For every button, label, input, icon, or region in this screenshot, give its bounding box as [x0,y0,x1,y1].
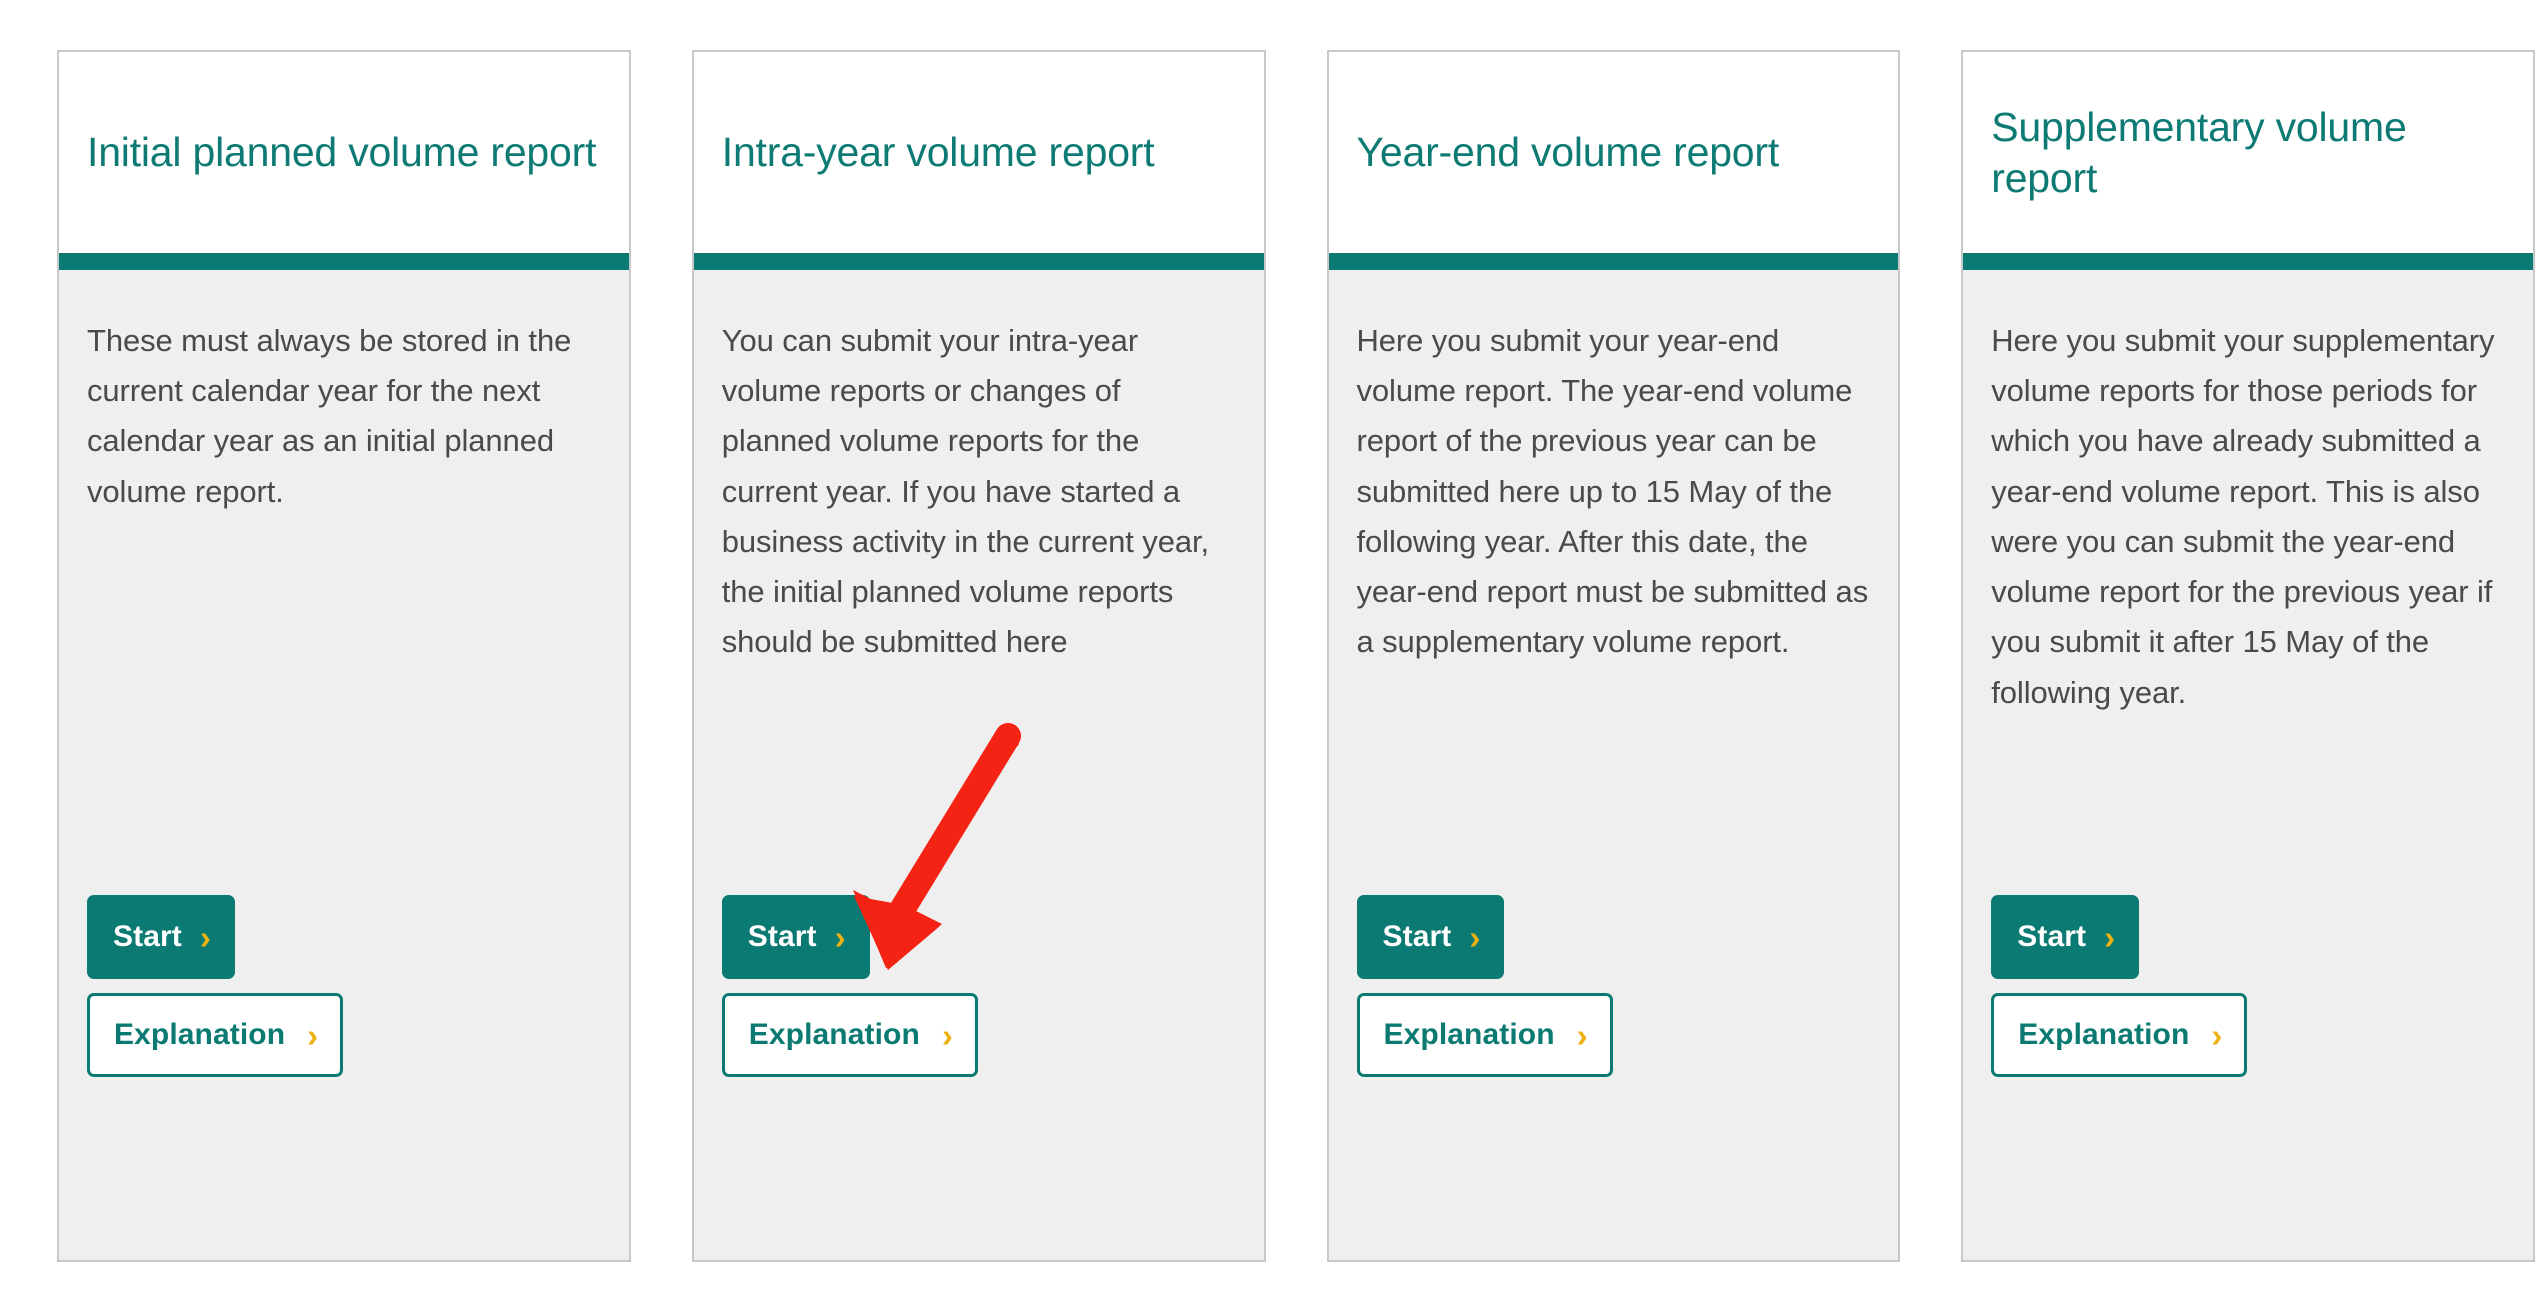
card-header: Intra-year volume report [693,52,1264,253]
card-accent-bar [1328,253,1899,270]
card-description: Here you submit your year-end volume rep… [1356,323,1869,660]
card-year-end-volume-report: Year-end volume report Here you submit y… [1326,50,1901,1262]
card-header: Year-end volume report [1328,52,1899,253]
explanation-button[interactable]: Explanation › [87,993,344,1077]
card-actions: Start › Explanation › [721,895,1234,1077]
start-button-label: Start [1382,920,1452,953]
card-header: Supplementary volume report [1963,52,2533,253]
chevron-right-icon: › [834,918,846,956]
start-button[interactable]: Start › [1356,895,1505,979]
card-accent-bar [59,253,629,270]
chevron-right-icon: › [199,918,211,956]
explanation-button-label: Explanation [114,1018,286,1051]
card-actions: Start › Explanation › [1356,895,1869,1077]
start-button[interactable]: Start › [87,895,235,979]
card-title: Supplementary volume report [1991,104,2407,201]
card-header: Initial planned volume report [59,52,629,253]
card-accent-bar [1963,253,2533,270]
chevron-right-icon: › [2211,1016,2223,1054]
card-body: These must always be stored in the curre… [59,270,629,1260]
chevron-right-icon: › [307,1016,319,1054]
card-intra-year-volume-report: Intra-year volume report You can submit … [691,50,1266,1262]
chevron-right-icon: › [1576,1016,1588,1054]
card-body: You can submit your intra-year volume re… [693,270,1264,1260]
card-accent-bar [693,253,1264,270]
chevron-right-icon: › [941,1016,953,1054]
card-title: Initial planned volume report [87,129,597,176]
explanation-button[interactable]: Explanation › [1356,993,1613,1077]
card-body: Here you submit your supplementary volum… [1963,270,2533,1260]
card-initial-planned-volume-report: Initial planned volume report These must… [57,50,631,1262]
explanation-button-label: Explanation [1383,1018,1555,1051]
page-root: Initial planned volume report These must… [0,0,2542,1312]
start-button-label: Start [113,920,182,953]
chevron-right-icon: › [1469,918,1481,956]
explanation-button-label: Explanation [748,1018,920,1051]
start-button[interactable]: Start › [1991,895,2140,979]
card-description: You can submit your intra-year volume re… [721,323,1210,660]
card-title: Year-end volume report [1356,129,1780,176]
card-body: Here you submit your year-end volume rep… [1328,270,1899,1260]
chevron-right-icon: › [2104,918,2116,956]
card-actions: Start › Explanation › [87,895,599,1077]
card-description: These must always be stored in the curre… [87,323,572,509]
card-title: Intra-year volume report [721,129,1155,176]
card-description: Here you submit your supplementary volum… [1991,323,2495,710]
explanation-button[interactable]: Explanation › [721,993,978,1077]
explanation-button-label: Explanation [2018,1018,2190,1051]
explanation-button[interactable]: Explanation › [1991,993,2248,1077]
start-button[interactable]: Start › [721,895,870,979]
start-button-label: Start [747,920,817,953]
volume-report-card-grid: Initial planned volume report These must… [57,50,2535,1262]
card-supplementary-volume-report: Supplementary volume report Here you sub… [1961,50,2535,1262]
card-actions: Start › Explanation › [1991,895,2503,1077]
start-button-label: Start [2017,920,2087,953]
